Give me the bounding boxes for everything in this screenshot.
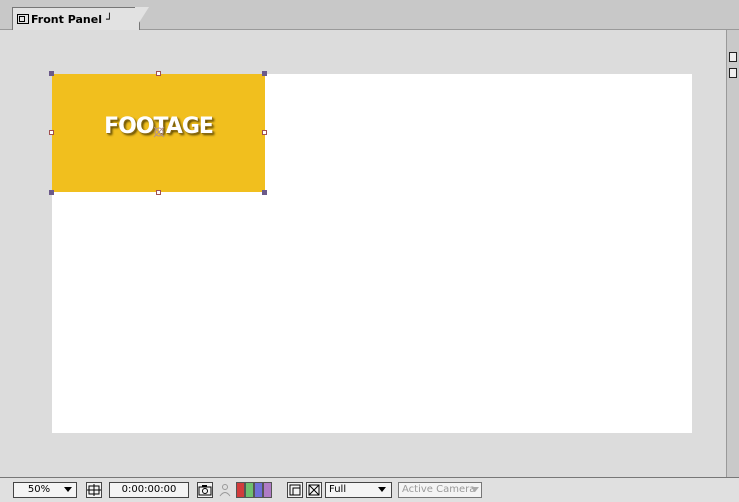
blue-channel-icon[interactable] [254, 482, 263, 498]
scroll-icon[interactable] [729, 68, 737, 78]
handle-bottom-right[interactable] [262, 190, 267, 195]
handle-top-center[interactable] [156, 71, 161, 76]
camera-snapshot-icon[interactable] [197, 482, 213, 498]
handle-top-left[interactable] [49, 71, 54, 76]
tab-slant [135, 7, 149, 29]
tab-menu-icon[interactable]: ┘ [106, 13, 113, 26]
handle-middle-right[interactable] [262, 130, 267, 135]
tab-front-panel[interactable]: Front Panel ┘ [12, 7, 140, 30]
anchor-point-icon[interactable] [153, 126, 165, 138]
resolution-select[interactable]: Full [325, 482, 392, 498]
composition-icon [17, 14, 29, 24]
green-channel-icon[interactable] [245, 482, 254, 498]
right-edge-strip [726, 30, 739, 477]
tab-bar: Front Panel ┘ [0, 0, 739, 30]
safe-margins-icon[interactable] [86, 482, 102, 498]
transparency-grid-icon[interactable] [287, 482, 303, 498]
handle-middle-left[interactable] [49, 130, 54, 135]
alpha-channel-icon[interactable] [263, 482, 272, 498]
chevron-down-icon [471, 487, 480, 492]
zoom-select[interactable]: 50% [13, 482, 77, 498]
timecode-field[interactable]: 0:00:00:00 [109, 482, 189, 498]
zoom-value: 50% [27, 484, 51, 495]
chevron-down-icon [378, 487, 387, 492]
chevron-down-icon [64, 487, 73, 492]
red-channel-icon[interactable] [236, 482, 245, 498]
handle-bottom-center[interactable] [156, 190, 161, 195]
tab-title: Front Panel [31, 12, 102, 26]
handle-bottom-left[interactable] [49, 190, 54, 195]
camera-value: Active Camera [402, 484, 476, 495]
region-of-interest-icon[interactable] [306, 482, 322, 498]
resolution-value: Full [329, 484, 347, 495]
status-bar: 50% 0:00:00:00 Full Active Camera [0, 477, 739, 502]
person-icon[interactable] [219, 483, 231, 497]
handle-top-right[interactable] [262, 71, 267, 76]
camera-select[interactable]: Active Camera [398, 482, 482, 498]
panel-menu-icon[interactable] [729, 52, 737, 62]
